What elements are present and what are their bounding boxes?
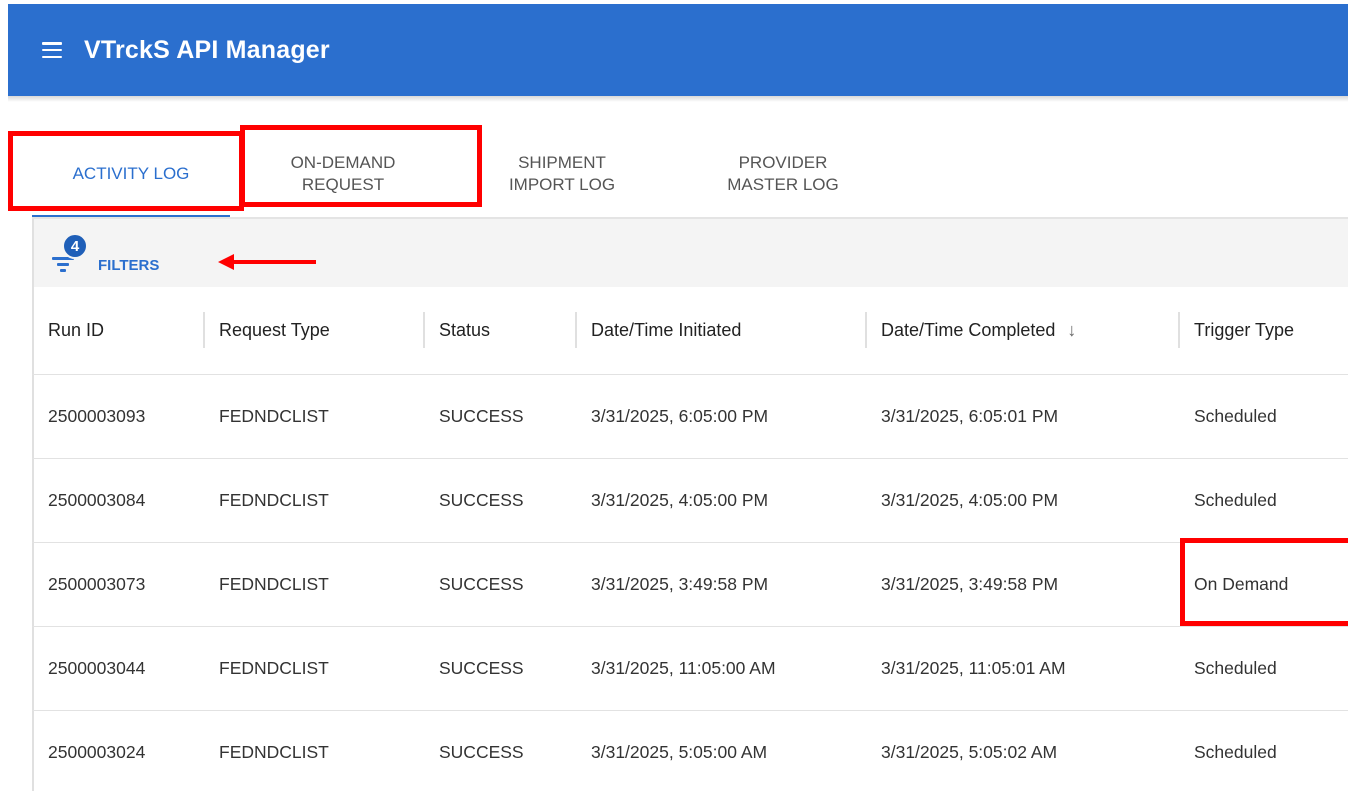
table-row[interactable]: 2500003024 FEDNDCLIST SUCCESS 3/31/2025,…	[32, 711, 1348, 791]
cell-date-initiated: 3/31/2025, 5:05:00 AM	[591, 742, 768, 762]
cell-status: SUCCESS	[439, 490, 524, 510]
column-header-date-completed-label: Date/Time Completed	[881, 320, 1056, 340]
column-header-status[interactable]: Status	[423, 312, 575, 348]
cell-date-completed: 3/31/2025, 3:49:58 PM	[881, 574, 1059, 594]
cell-request-type: FEDNDCLIST	[219, 742, 329, 762]
cell-trigger-type: Scheduled	[1194, 742, 1277, 762]
tab-on-demand-request[interactable]: ON-DEMAND REQUEST	[230, 132, 456, 216]
cell-trigger-type: Scheduled	[1194, 406, 1277, 426]
cell-date-completed: 3/31/2025, 11:05:01 AM	[881, 658, 1066, 678]
tab-shipment-import-log[interactable]: SHIPMENT IMPORT LOG	[456, 132, 668, 216]
activity-log-table: Run ID Request Type Status Date/Time Ini…	[32, 287, 1348, 791]
cell-run-id: 2500003093	[48, 406, 146, 426]
cell-run-id: 2500003084	[48, 490, 146, 510]
cell-request-type: FEDNDCLIST	[219, 406, 329, 426]
filters-label: FILTERS	[98, 257, 160, 274]
hamburger-menu-icon[interactable]	[42, 42, 62, 58]
cell-date-initiated: 3/31/2025, 4:05:00 PM	[591, 490, 769, 510]
tab-activity-log[interactable]: ACTIVITY LOG	[32, 132, 230, 217]
cell-run-id: 2500003073	[48, 574, 146, 594]
cell-date-initiated: 3/31/2025, 3:49:58 PM	[591, 574, 769, 594]
cell-date-initiated: 3/31/2025, 6:05:00 PM	[591, 406, 769, 426]
annotation-arrow-icon	[218, 254, 316, 270]
column-header-request-type[interactable]: Request Type	[203, 312, 423, 348]
app-window: VTrckS API Manager ACTIVITY LOG ON-DEMAN…	[0, 0, 1348, 791]
cell-date-completed: 3/31/2025, 5:05:02 AM	[881, 742, 1058, 762]
cell-date-initiated: 3/31/2025, 11:05:00 AM	[591, 658, 776, 678]
cell-trigger-type: Scheduled	[1194, 658, 1277, 678]
column-header-run-id[interactable]: Run ID	[32, 320, 203, 341]
arrow-down-icon[interactable]: ↓	[1067, 320, 1076, 341]
cell-status: SUCCESS	[439, 406, 524, 426]
filter-count-badge: 4	[62, 233, 88, 259]
column-header-date-completed[interactable]: Date/Time Completed ↓	[865, 312, 1178, 348]
cell-request-type: FEDNDCLIST	[219, 658, 329, 678]
cell-request-type: FEDNDCLIST	[219, 574, 329, 594]
app-header: VTrckS API Manager	[8, 4, 1348, 96]
cell-date-completed: 3/31/2025, 6:05:01 PM	[881, 406, 1059, 426]
cell-status: SUCCESS	[439, 658, 524, 678]
table-row[interactable]: 2500003044 FEDNDCLIST SUCCESS 3/31/2025,…	[32, 627, 1348, 711]
cell-date-completed: 3/31/2025, 4:05:00 PM	[881, 490, 1059, 510]
cell-run-id: 2500003024	[48, 742, 146, 762]
app-title: VTrckS API Manager	[84, 35, 330, 64]
cell-run-id: 2500003044	[48, 658, 146, 678]
column-header-trigger-type[interactable]: Trigger Type	[1178, 312, 1348, 348]
cell-request-type: FEDNDCLIST	[219, 490, 329, 510]
tab-provider-master-log[interactable]: PROVIDER MASTER LOG	[668, 132, 898, 216]
table-row[interactable]: 2500003093 FEDNDCLIST SUCCESS 3/31/2025,…	[32, 375, 1348, 459]
table-row[interactable]: 2500003084 FEDNDCLIST SUCCESS 3/31/2025,…	[32, 459, 1348, 543]
column-header-date-initiated[interactable]: Date/Time Initiated	[575, 312, 865, 348]
table-row[interactable]: 2500003073 FEDNDCLIST SUCCESS 3/31/2025,…	[32, 543, 1348, 627]
cell-status: SUCCESS	[439, 742, 524, 762]
header-shadow	[8, 96, 1348, 102]
filters-button[interactable]: 4 FILTERS	[52, 233, 212, 281]
filter-icon	[52, 257, 74, 275]
cell-trigger-type: On Demand	[1194, 574, 1289, 594]
tab-bar: ACTIVITY LOG ON-DEMAND REQUEST SHIPMENT …	[32, 132, 898, 217]
table-header-row: Run ID Request Type Status Date/Time Ini…	[32, 287, 1348, 375]
cell-trigger-type: Scheduled	[1194, 490, 1277, 510]
cell-status: SUCCESS	[439, 574, 524, 594]
